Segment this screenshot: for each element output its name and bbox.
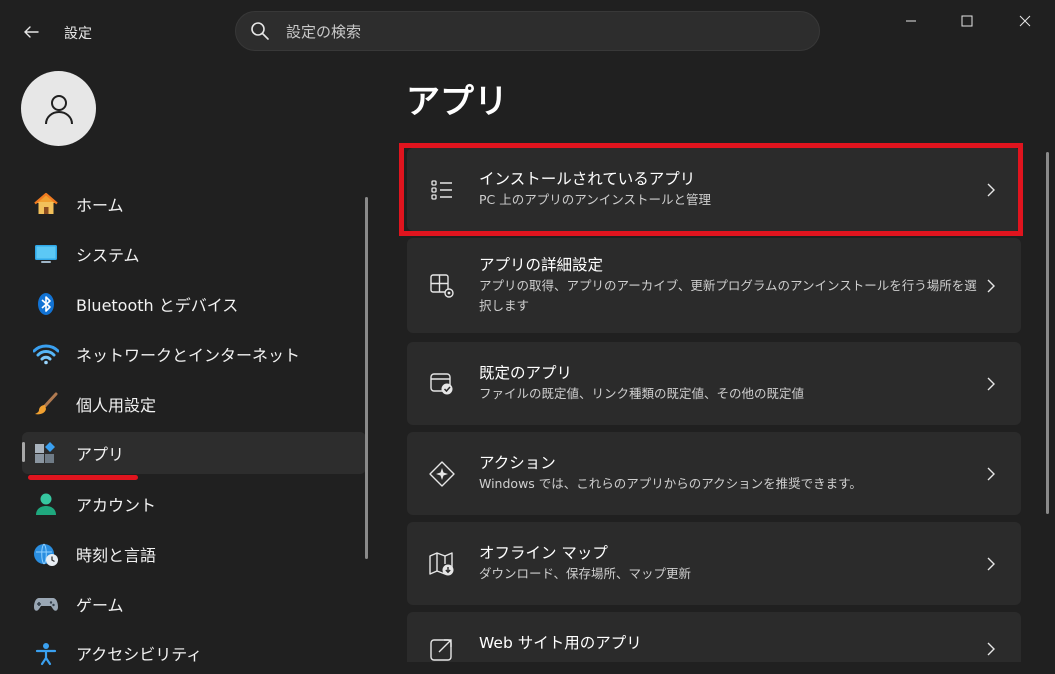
card-title: Web サイト用のアプリ <box>479 634 642 652</box>
chevron-right-icon <box>981 377 1001 391</box>
sidebar-item-network[interactable]: ネットワークとインターネット <box>22 333 366 375</box>
back-button[interactable] <box>12 14 50 50</box>
app-settings-icon <box>427 271 457 301</box>
sidebar-item-label: アカウント <box>76 496 157 515</box>
sidebar-item-label: システム <box>76 246 140 265</box>
card-title: アクション <box>479 454 556 472</box>
apps-icon <box>33 440 59 466</box>
sidebar-item-label: Bluetooth とデバイス <box>76 296 239 315</box>
card-description: ダウンロード、保存場所、マップ更新 <box>479 566 692 581</box>
maximize-icon <box>961 15 973 27</box>
default-apps-card[interactable]: 既定のアプリ ファイルの既定値、リンク種類の既定値、その他の既定値 <box>407 342 1021 425</box>
apps-for-websites-card[interactable]: Web サイト用のアプリ <box>407 612 1021 662</box>
search-box[interactable]: 設定の検索 <box>235 11 820 51</box>
card-title: アプリの詳細設定 <box>479 256 604 274</box>
app-title: 設定 <box>64 26 92 42</box>
close-icon <box>1019 15 1031 27</box>
offline-maps-card[interactable]: オフライン マップ ダウンロード、保存場所、マップ更新 <box>407 522 1021 605</box>
search-input[interactable]: 設定の検索 <box>286 21 361 42</box>
card-title: 既定のアプリ <box>479 364 573 382</box>
system-icon <box>33 241 59 267</box>
chevron-right-icon <box>981 642 1001 656</box>
minimize-icon <box>906 20 916 22</box>
sidebar-item-label: ネットワークとインターネット <box>76 346 301 365</box>
account-icon <box>33 491 59 517</box>
brush-icon <box>33 391 59 417</box>
accessibility-icon <box>33 640 59 666</box>
card-description: ファイルの既定値、リンク種類の既定値、その他の既定値 <box>479 386 805 401</box>
advanced-app-settings-card[interactable]: アプリの詳細設定 アプリの取得、アプリのアーカイブ、更新プログラムのアンインスト… <box>407 238 1021 333</box>
wifi-icon <box>33 341 59 367</box>
card-description: Windows では、これらのアプリからのアクションを推奨できます。 <box>479 476 862 491</box>
avatar[interactable] <box>21 71 96 146</box>
back-arrow-icon <box>24 26 39 38</box>
installed-apps-card[interactable]: インストールされているアプリ PC 上のアプリのアンインストールと管理 <box>407 148 1021 231</box>
sidebar-item-home[interactable]: ホーム <box>22 183 366 225</box>
sparkle-icon <box>427 459 457 489</box>
minimize-button[interactable] <box>888 6 934 36</box>
gamepad-icon <box>33 591 59 617</box>
card-title: オフライン マップ <box>479 544 608 562</box>
selection-indicator <box>22 442 25 462</box>
chevron-right-icon <box>981 279 1001 293</box>
sidebar-item-label: ゲーム <box>76 596 124 615</box>
main-scrollbar[interactable] <box>1046 152 1049 514</box>
actions-card[interactable]: アクション Windows では、これらのアプリからのアクションを推奨できます。 <box>407 432 1021 515</box>
sidebar-item-label: アクセシビリティ <box>76 645 203 664</box>
user-icon <box>44 94 73 124</box>
close-button[interactable] <box>1002 6 1048 36</box>
clock-globe-icon <box>33 541 59 567</box>
chevron-right-icon <box>981 557 1001 571</box>
highlight-underline <box>28 475 138 480</box>
page-title: アプリ <box>406 82 508 122</box>
card-description: アプリの取得、アプリのアーカイブ、更新プログラムのアンインストールを行う場所を選… <box>479 278 977 313</box>
sidebar-item-accessibility[interactable]: アクセシビリティ <box>22 632 366 674</box>
sidebar-item-label: ホーム <box>76 196 124 215</box>
card-title: インストールされているアプリ <box>479 170 696 188</box>
home-icon <box>33 191 59 217</box>
sidebar-scrollbar[interactable] <box>365 197 368 559</box>
bluetooth-icon <box>33 291 59 317</box>
sidebar-item-accounts[interactable]: アカウント <box>22 483 366 525</box>
open-external-icon <box>427 634 457 664</box>
list-icon <box>427 175 457 205</box>
map-icon <box>427 549 457 579</box>
sidebar-item-time-language[interactable]: 時刻と言語 <box>22 533 366 575</box>
sidebar-item-personalization[interactable]: 個人用設定 <box>22 383 366 425</box>
sidebar-item-bluetooth[interactable]: Bluetooth とデバイス <box>22 283 366 325</box>
sidebar-item-system[interactable]: システム <box>22 233 366 275</box>
sidebar-item-label: 個人用設定 <box>76 396 157 415</box>
sidebar-item-gaming[interactable]: ゲーム <box>22 583 366 625</box>
maximize-button[interactable] <box>944 6 990 36</box>
search-icon <box>251 22 269 40</box>
default-apps-icon <box>427 369 457 399</box>
card-description: PC 上のアプリのアンインストールと管理 <box>479 192 711 207</box>
sidebar-item-apps[interactable]: アプリ <box>22 432 366 474</box>
chevron-right-icon <box>981 467 1001 481</box>
sidebar-item-label: 時刻と言語 <box>76 546 157 565</box>
chevron-right-icon <box>981 183 1001 197</box>
sidebar-item-label: アプリ <box>76 445 125 464</box>
